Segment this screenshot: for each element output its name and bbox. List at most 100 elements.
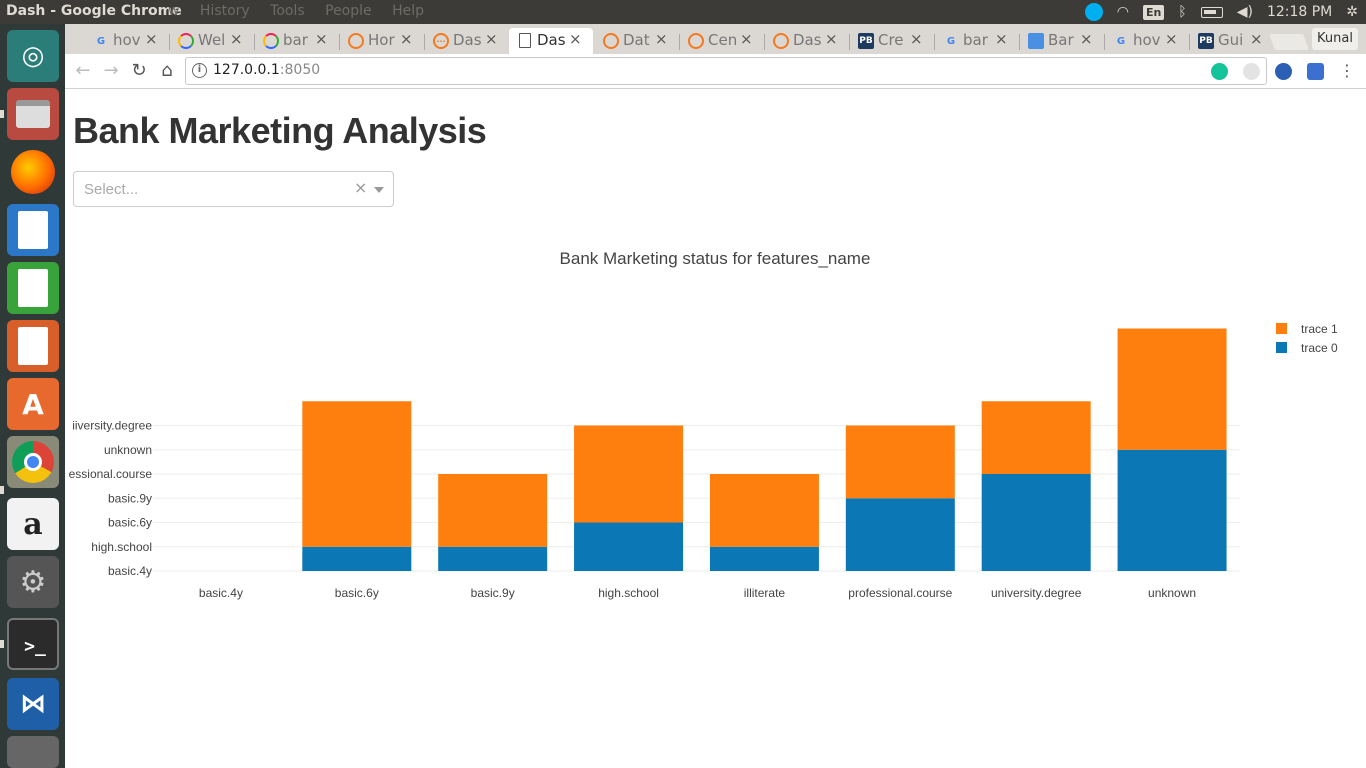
bar-trace-1[interactable] (302, 401, 412, 547)
clock[interactable]: 12:18 PM (1267, 4, 1332, 20)
menu-item[interactable]: w (168, 3, 179, 19)
settings-icon[interactable]: ⚙ (7, 556, 59, 608)
close-icon[interactable]: × (569, 30, 582, 48)
info-icon[interactable]: i (192, 63, 207, 78)
plotly-icon (263, 33, 279, 49)
tab[interactable]: bar × (255, 28, 339, 54)
app-menu: w History Tools People Help (168, 3, 440, 19)
close-icon[interactable]: × (655, 30, 668, 48)
page-title: Bank Marketing Analysis (73, 110, 487, 151)
legend-label[interactable]: trace 0 (1301, 341, 1338, 355)
url-text[interactable]: 127.0.0.1:8050 (213, 62, 320, 78)
y-tick-label: basic.9y (108, 491, 152, 505)
x-tick-label: high.school (598, 586, 659, 600)
tab[interactable]: ··· Das × (425, 28, 509, 54)
chart-legend[interactable]: trace 1 trace 0 (1276, 322, 1338, 355)
software-center-icon[interactable]: A (7, 378, 59, 430)
extension-info-icon[interactable] (1243, 63, 1260, 80)
tab[interactable]: Ghov × (1105, 28, 1189, 54)
skype-icon[interactable] (1084, 3, 1103, 21)
close-icon[interactable]: × (1250, 30, 1263, 48)
battery-icon[interactable] (1200, 6, 1223, 18)
close-icon[interactable]: × (485, 30, 498, 48)
bluetooth-icon[interactable]: ᛒ (1178, 4, 1186, 20)
reload-icon[interactable]: ↻ (127, 59, 151, 83)
terminal-icon[interactable]: >_ (7, 618, 59, 670)
legend-label[interactable]: trace 1 (1301, 322, 1338, 336)
amazon-icon[interactable]: a (7, 498, 59, 550)
profile-button[interactable]: Kunal (1312, 28, 1358, 50)
tab[interactable]: Gbar × (935, 28, 1019, 54)
bar-trace-0[interactable] (438, 546, 548, 571)
home-icon[interactable]: ⌂ (155, 59, 179, 83)
bar-trace-0[interactable] (1117, 449, 1227, 571)
bar-trace-0[interactable] (302, 546, 412, 571)
tab[interactable]: PB Cre × (850, 28, 934, 54)
clear-icon[interactable]: × (354, 178, 367, 197)
close-icon[interactable]: × (1080, 30, 1093, 48)
close-icon[interactable]: × (825, 30, 838, 48)
close-icon[interactable]: × (230, 30, 243, 48)
running-indicator (0, 640, 4, 648)
new-tab-button[interactable] (1269, 34, 1309, 50)
bar-trace-0[interactable] (709, 546, 819, 571)
forward-icon[interactable]: → (99, 59, 123, 83)
tab[interactable]: Cen × (680, 28, 764, 54)
close-icon[interactable]: × (995, 30, 1008, 48)
legend-swatch[interactable] (1276, 323, 1287, 334)
bar-trace-0[interactable] (981, 474, 1091, 571)
bar-trace-1[interactable] (1117, 328, 1227, 450)
tab[interactable]: Bar × (1020, 28, 1104, 54)
address-bar[interactable]: i 127.0.0.1:8050 ☆ (185, 57, 1267, 85)
chevron-down-icon[interactable] (374, 187, 384, 193)
extension-icon[interactable] (1275, 63, 1292, 80)
tab[interactable]: Ghov × (85, 28, 169, 54)
vscode-icon[interactable]: ⋈ (7, 678, 59, 730)
writer-icon[interactable] (7, 204, 59, 256)
menu-history[interactable]: History (200, 3, 250, 19)
volume-icon[interactable]: ◀) (1237, 4, 1253, 20)
impress-icon[interactable] (7, 320, 59, 372)
legend-swatch[interactable] (1276, 342, 1287, 353)
files-icon[interactable] (7, 88, 59, 140)
page-icon (519, 33, 531, 48)
grammarly-icon[interactable] (1211, 63, 1228, 80)
features-dropdown[interactable]: Select... × (73, 171, 394, 207)
ubuntu-dash-icon[interactable]: ◎ (7, 30, 59, 82)
firefox-icon[interactable] (7, 146, 59, 198)
close-icon[interactable]: × (315, 30, 328, 48)
tab[interactable]: Wel × (170, 28, 254, 54)
close-icon[interactable]: × (145, 30, 158, 48)
launcher: ◎ A a ⚙ >_ ⋈ (0, 24, 65, 768)
back-icon[interactable]: ← (71, 59, 95, 83)
menu-tools[interactable]: Tools (270, 3, 305, 19)
tab[interactable]: Hor × (340, 28, 424, 54)
close-icon[interactable]: × (1165, 30, 1178, 48)
close-icon[interactable]: × (740, 30, 753, 48)
bar-trace-1[interactable] (981, 401, 1091, 474)
extension-cap-icon[interactable] (1307, 63, 1324, 80)
x-tick-label: professional.course (848, 586, 952, 600)
tab-active[interactable]: Das × (509, 28, 593, 54)
keyboard-layout-indicator[interactable]: En (1142, 4, 1165, 20)
tab[interactable]: Das × (765, 28, 849, 54)
tab[interactable]: PB Gui × (1190, 28, 1274, 54)
menu-people[interactable]: People (325, 3, 372, 19)
close-icon[interactable]: × (910, 30, 923, 48)
bar-trace-0[interactable] (845, 498, 955, 571)
menu-help[interactable]: Help (392, 3, 424, 19)
bar-trace-1[interactable] (438, 474, 548, 547)
power-gear-icon[interactable]: ✲ (1346, 4, 1358, 20)
close-icon[interactable]: × (400, 30, 413, 48)
bar-trace-1[interactable] (845, 425, 955, 499)
trash-icon[interactable] (7, 736, 59, 768)
dots-icon: ··· (433, 33, 449, 49)
bar-trace-0[interactable] (574, 522, 684, 572)
wifi-icon[interactable]: ◠ (1117, 4, 1129, 20)
bar-trace-1[interactable] (709, 474, 819, 547)
chrome-icon[interactable] (7, 436, 59, 488)
calc-icon[interactable] (7, 262, 59, 314)
menu-dots-icon[interactable]: ⋮ (1335, 59, 1359, 83)
tab[interactable]: Dat × (595, 28, 679, 54)
bar-trace-1[interactable] (574, 425, 684, 523)
